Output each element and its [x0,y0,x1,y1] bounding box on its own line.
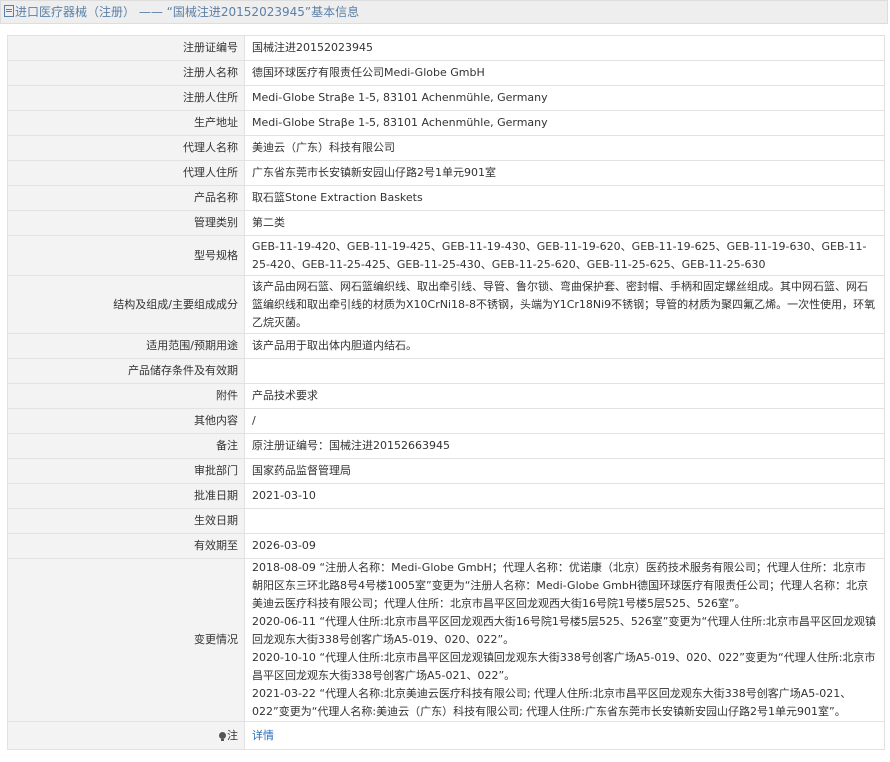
row-value: 国械注进20152023945 [244,35,885,61]
table-row: 批准日期 2021-03-10 [7,483,885,509]
change-entry: 2018-08-09 “注册人名称：Medi-Globe GmbH；代理人名称：… [252,561,869,610]
table-row: 产品名称 取石篮Stone Extraction Baskets [7,185,885,211]
table-row: 注册人名称 德国环球医疗有限责任公司Medi-Globe GmbH [7,60,885,86]
table-row: 产品储存条件及有效期 [7,358,885,384]
details-link[interactable]: 详情 [252,729,274,742]
table-row: 附件 产品技术要求 [7,383,885,409]
row-label: 产品储存条件及有效期 [7,358,245,384]
table-row: 注册人住所 Medi-Globe Straβe 1-5, 83101 Achen… [7,85,885,111]
changes-value: 2018-08-09 “注册人名称：Medi-Globe GmbH；代理人名称：… [244,558,885,722]
row-label: 注册人住所 [7,85,245,111]
row-value: 德国环球医疗有限责任公司Medi-Globe GmbH [244,60,885,86]
header-category: 进口医疗器械（注册） [15,5,136,19]
row-value: 该产品由网石篮、网石篮编织线、取出牵引线、导管、鲁尔锁、弯曲保护套、密封帽、手柄… [244,275,885,334]
table-row: 适用范围/预期用途 该产品用于取出体内胆道内结石。 [7,333,885,359]
row-label: 产品名称 [7,185,245,211]
table-row: 注册证编号 国械注进20152023945 [7,35,885,61]
row-value: 原注册证编号：国械注进20152663945 [244,433,885,459]
table-row: 备注 原注册证编号：国械注进20152663945 [7,433,885,459]
table-row: 审批部门 国家药品监督管理局 [7,458,885,484]
row-label: 批准日期 [7,483,245,509]
row-label: 注册证编号 [7,35,245,61]
row-value [244,508,885,534]
page-header: 进口医疗器械（注册） —— “国械注进20152023945”基本信息 [0,0,888,24]
changes-label: 变更情况 [7,558,245,722]
table-row: 结构及组成/主要组成成分 该产品由网石篮、网石篮编织线、取出牵引线、导管、鲁尔锁… [7,275,885,334]
row-value [244,358,885,384]
lightbulb-icon [219,731,226,741]
table-row: 代理人名称 美迪云（广东）科技有限公司 [7,135,885,161]
row-label: 审批部门 [7,458,245,484]
table-row: 其他内容 / [7,408,885,434]
header-title: “国械注进20152023945”基本信息 [166,5,360,19]
row-label: 代理人名称 [7,135,245,161]
row-label: 其他内容 [7,408,245,434]
row-value: / [244,408,885,434]
note-label: 注 [227,728,238,742]
row-label: 有效期至 [7,533,245,559]
row-label: 管理类别 [7,210,245,236]
table-row-changes: 变更情况 2018-08-09 “注册人名称：Medi-Globe GmbH；代… [7,558,885,722]
row-value: GEB-11-19-420、GEB-11-19-425、GEB-11-19-43… [244,235,885,276]
row-value: 取石篮Stone Extraction Baskets [244,185,885,211]
row-label: 生效日期 [7,508,245,534]
row-label: 代理人住所 [7,160,245,186]
header-separator: —— [138,5,163,19]
change-entry: 2020-06-11 “代理人住所:北京市昌平区回龙观西大街16号院1号楼5层5… [252,615,876,646]
row-value: 产品技术要求 [244,383,885,409]
row-value: 第二类 [244,210,885,236]
row-label: 型号规格 [7,235,245,276]
change-entry: 2021-03-22 “代理人名称:北京美迪云医疗科技有限公司; 代理人住所:北… [252,687,852,718]
table-row: 生产地址 Medi-Globe Straβe 1-5, 83101 Achenm… [7,110,885,136]
table-row: 有效期至 2026-03-09 [7,533,885,559]
row-label: 备注 [7,433,245,459]
note-value: 详情 [244,721,885,750]
table-row: 型号规格 GEB-11-19-420、GEB-11-19-425、GEB-11-… [7,235,885,276]
row-value: 2026-03-09 [244,533,885,559]
document-icon [4,5,14,17]
table-row: 管理类别 第二类 [7,210,885,236]
info-table: 注册证编号 国械注进20152023945 注册人名称 德国环球医疗有限责任公司… [7,35,885,750]
row-value: 2021-03-10 [244,483,885,509]
row-value: 广东省东莞市长安镇新安园山仔路2号1单元901室 [244,160,885,186]
row-value: 该产品用于取出体内胆道内结石。 [244,333,885,359]
row-value: Medi-Globe Straβe 1-5, 83101 Achenmühle,… [244,110,885,136]
change-entry: 2020-10-10 “代理人住所:北京市昌平区回龙观镇回龙观东大街338号创客… [252,651,876,682]
table-row-note: 注 详情 [7,721,885,750]
note-label-cell: 注 [7,721,245,750]
row-label: 生产地址 [7,110,245,136]
row-value: 美迪云（广东）科技有限公司 [244,135,885,161]
row-label: 适用范围/预期用途 [7,333,245,359]
row-label: 附件 [7,383,245,409]
table-row: 代理人住所 广东省东莞市长安镇新安园山仔路2号1单元901室 [7,160,885,186]
row-label: 注册人名称 [7,60,245,86]
row-value: 国家药品监督管理局 [244,458,885,484]
row-label: 结构及组成/主要组成成分 [7,275,245,334]
table-row: 生效日期 [7,508,885,534]
row-value: Medi-Globe Straβe 1-5, 83101 Achenmühle,… [244,85,885,111]
